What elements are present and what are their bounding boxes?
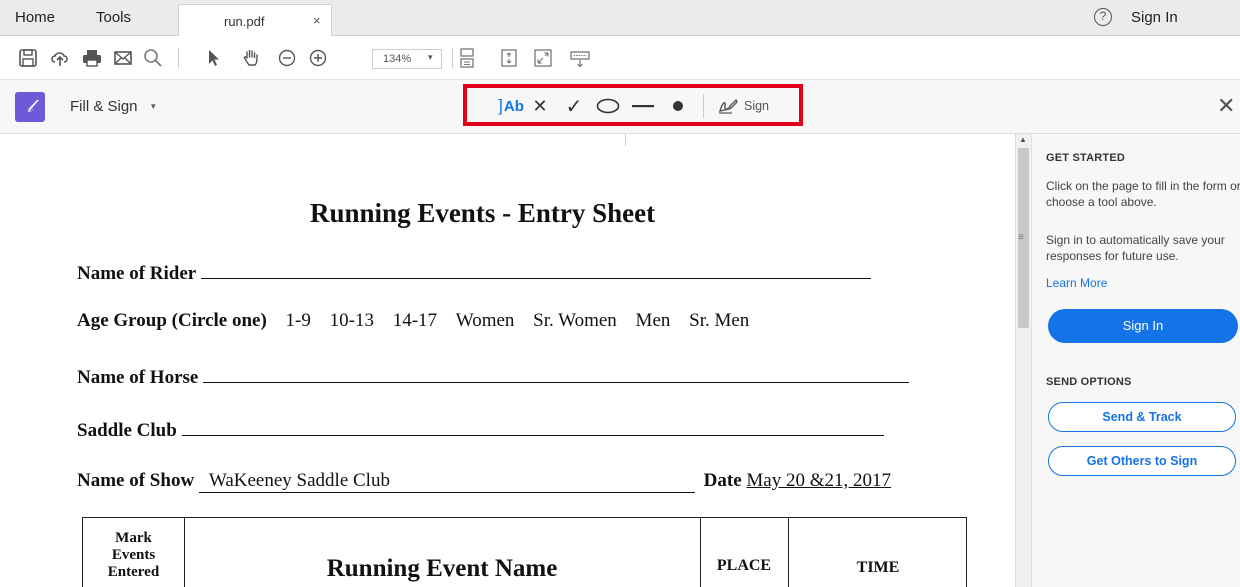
place-header: PLACE [716, 557, 772, 574]
document-tab-run-pdf[interactable]: run.pdf × [178, 4, 332, 36]
age-group-label: Age Group (Circle one) [77, 310, 267, 331]
pen-sign-icon [718, 98, 738, 114]
age-option[interactable]: Sr. Women [533, 310, 617, 331]
close-icon[interactable]: ✕ [1217, 93, 1235, 119]
age-option[interactable]: Sr. Men [689, 310, 749, 331]
rider-field[interactable] [201, 260, 871, 279]
keyboard-icon[interactable] [568, 46, 592, 70]
cross-mark-tool[interactable]: ✕ [529, 95, 551, 117]
line-tool[interactable] [630, 95, 656, 117]
get-started-heading: GET STARTED [1046, 152, 1125, 164]
dot-icon [673, 101, 683, 111]
ellipse-icon [596, 98, 620, 114]
age-option[interactable]: 1-9 [286, 310, 311, 331]
tools-tab[interactable]: Tools [96, 9, 131, 26]
send-options-heading: SEND OPTIONS [1046, 376, 1132, 388]
get-started-text: Click on the page to fill in the form or… [1046, 179, 1240, 209]
mail-icon[interactable] [111, 46, 135, 70]
check-mark-tool[interactable]: ✓ [562, 95, 586, 118]
rider-label: Name of Rider [77, 263, 197, 284]
document-title: Running Events - Entry Sheet [310, 198, 656, 228]
document-tab-label: run.pdf [224, 14, 265, 29]
document-view[interactable]: Running Events - Entry Sheet Name of Rid… [0, 134, 1015, 587]
tool-divider [703, 94, 704, 118]
dot-tool[interactable] [670, 95, 686, 117]
horse-field[interactable] [203, 364, 910, 383]
zoom-value: 134% [383, 53, 412, 65]
right-panel: ≡ GET STARTED Click on the page to fill … [1018, 134, 1240, 587]
sign-in-button[interactable]: Sign In [1048, 309, 1238, 343]
show-value: WaKeeney Saddle Club [208, 470, 390, 491]
age-option[interactable]: Women [456, 310, 515, 331]
date-value[interactable]: May 20 &21, 2017 [746, 470, 891, 491]
age-group-row: Age Group (Circle one) 1-9 10-13 14-17 W… [77, 310, 749, 332]
tab-bar: Home Tools run.pdf × ? Sign In [0, 0, 1240, 36]
help-icon[interactable]: ? [1094, 8, 1112, 26]
panel-collapse-handle[interactable]: ≡ [1018, 232, 1024, 243]
saddle-club-label: Saddle Club [77, 420, 177, 441]
main-toolbar: 134% ▾ [0, 36, 1240, 80]
home-tab[interactable]: Home [15, 9, 55, 26]
age-option[interactable]: Men [636, 310, 671, 331]
search-icon[interactable] [141, 46, 165, 70]
signin-info-text: Sign in to automatically save your respo… [1046, 233, 1225, 263]
fill-sign-tools-group: ] Ab ✕ ✓ Sign [463, 84, 803, 126]
toolbar-divider [178, 48, 179, 68]
line-icon [632, 105, 654, 108]
scroll-mode-icon[interactable] [455, 46, 479, 70]
document-scrollbar[interactable]: ▲ [1015, 134, 1031, 587]
zoom-level-select[interactable]: 134% ▾ [372, 49, 442, 69]
cloud-upload-icon[interactable] [48, 46, 72, 70]
save-icon[interactable] [16, 46, 40, 70]
send-track-button[interactable]: Send & Track [1048, 402, 1236, 432]
chevron-down-icon[interactable]: ▾ [151, 101, 156, 112]
show-field[interactable]: WaKeeney Saddle Club [198, 470, 695, 493]
event-name-header: Running Event Name [326, 555, 558, 582]
add-text-label: Ab [503, 97, 524, 115]
select-cursor-icon[interactable] [201, 46, 225, 70]
horse-label: Name of Horse [77, 367, 199, 388]
age-option[interactable]: 14-17 [393, 310, 437, 331]
sign-tool[interactable]: Sign [712, 95, 774, 117]
hand-tool-icon[interactable] [239, 46, 263, 70]
full-screen-icon[interactable] [531, 46, 555, 70]
table-divider [700, 518, 701, 587]
get-others-to-sign-button[interactable]: Get Others to Sign [1048, 446, 1236, 476]
sign-tool-label: Sign [743, 99, 770, 113]
saddle-club-field[interactable] [181, 417, 884, 436]
events-table: Mark Events Entered Running Event Name P… [82, 517, 967, 587]
fit-page-icon[interactable] [497, 46, 521, 70]
page-divider [625, 134, 626, 146]
mark-events-header: Mark Events Entered [107, 530, 160, 580]
date-label: Date [703, 470, 742, 491]
fill-sign-logo-icon: 𝓁 [15, 92, 45, 122]
toolbar-divider [452, 48, 453, 68]
text-cursor-icon: ] [498, 96, 503, 115]
age-option[interactable]: 10-13 [330, 310, 374, 331]
show-label: Name of Show [77, 470, 195, 491]
learn-more-link[interactable]: Learn More [1046, 276, 1107, 290]
fill-and-sign-bar: 𝓁 Fill & Sign ▾ ] Ab ✕ ✓ Sign ✕ [0, 80, 1240, 134]
circle-tool[interactable] [595, 95, 621, 117]
add-text-tool[interactable]: ] Ab [495, 95, 527, 117]
fill-sign-menu[interactable]: Fill & Sign [70, 98, 138, 115]
print-icon[interactable] [80, 46, 104, 70]
sign-in-link[interactable]: Sign In [1131, 9, 1178, 26]
horse-row[interactable]: Name of Horse [77, 364, 910, 389]
zoom-in-icon[interactable] [306, 46, 330, 70]
scroll-up-icon[interactable]: ▲ [1019, 135, 1027, 144]
show-row: Name of Show WaKeeney Saddle Club Date M… [77, 470, 891, 493]
rider-row[interactable]: Name of Rider [77, 260, 871, 285]
chevron-down-icon: ▾ [428, 52, 433, 62]
tab-close-icon[interactable]: × [313, 13, 321, 28]
zoom-out-icon[interactable] [275, 46, 299, 70]
saddle-club-row[interactable]: Saddle Club [77, 417, 884, 442]
time-header: TIME [856, 559, 900, 576]
